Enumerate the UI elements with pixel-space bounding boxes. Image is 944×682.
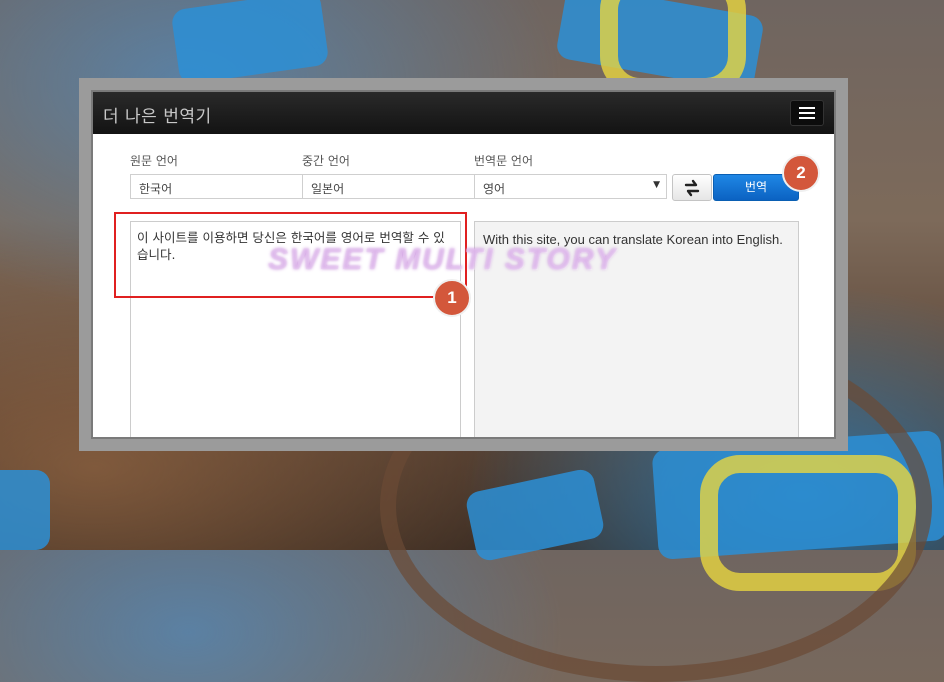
background-tile [170,0,330,86]
source-language-label: 원문 언어 [130,154,178,168]
middle-language-value: 일본어 [311,182,345,196]
middle-language-label: 중간 언어 [302,154,350,168]
target-language-label: 번역문 언어 [474,154,534,168]
target-language-value: 영어 [483,182,506,196]
step-badge-1: 1 [433,279,471,317]
app-title[interactable]: 더 나은 번역기 [103,102,212,127]
background-tile [0,470,50,550]
middle-language-field[interactable]: 일본어 [302,174,475,199]
source-language-value: 한국어 [139,182,173,196]
chevron-down-icon: ▼ [653,180,660,190]
step-badge-2: 2 [782,154,820,192]
watermark: SWEET MULTI STORY [268,243,618,276]
target-language-select[interactable]: 영어 ▼ [474,174,667,199]
swap-arrows-icon [684,179,700,196]
hamburger-menu-icon[interactable] [790,100,824,126]
navbar: 더 나은 번역기 [93,92,834,134]
swap-languages-button[interactable] [672,174,712,201]
source-language-field[interactable]: 한국어 [130,174,303,199]
